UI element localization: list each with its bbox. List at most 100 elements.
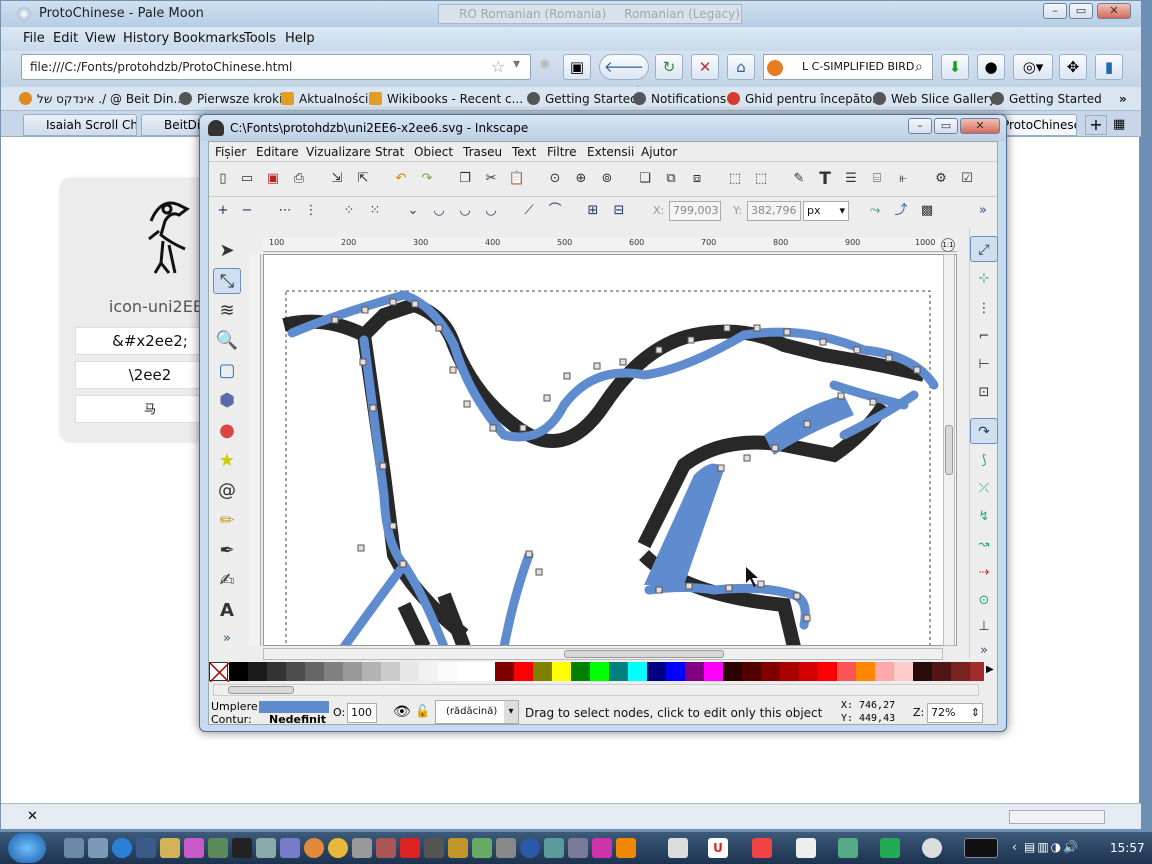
new-tab-button[interactable]: + [1085,115,1107,135]
ink-menu-text[interactable]: Text [512,145,536,159]
star-tool-icon[interactable]: ★ [213,448,241,474]
swatch[interactable] [495,662,514,681]
snap-toggle-icon[interactable]: ⤢ [970,236,998,262]
snap-page-icon[interactable]: ⊥ [970,614,998,640]
snap-bbox-mid-icon[interactable]: ⊢ [970,352,998,378]
swatch[interactable] [628,662,647,681]
cut-icon[interactable]: ✂ [481,170,501,188]
node-symmetric-icon[interactable]: ◡ [455,202,475,220]
search-input[interactable]: L C-SIMPLIFIED BIRD [763,54,933,80]
zoom-input[interactable]: 72% ⇕ [927,703,983,723]
swatch[interactable] [362,662,381,681]
swatch[interactable] [666,662,685,681]
taskbar-app-icon[interactable] [352,838,372,858]
tray-icons[interactable]: ▤▥◑🔊 [1024,840,1080,854]
keyboard-layout[interactable]: Romanian (Legacy) [624,7,740,21]
swatch[interactable] [457,662,476,681]
bookmark-getting-started-2[interactable]: Getting Started [991,92,1102,106]
menu-help[interactable]: Help [285,31,315,46]
snap-nodes-icon[interactable]: ↷ [970,418,998,444]
canvas-h-scrollbar[interactable] [263,648,943,660]
ink-menu-ajutor[interactable]: Ajutor [641,145,677,159]
swatch[interactable] [818,662,837,681]
taskbar-app-icon[interactable] [838,838,858,858]
swatch[interactable] [932,662,951,681]
snap-smooth-icon[interactable]: ↝ [970,532,998,558]
zoom-1-1-icon[interactable]: 1:1 [941,238,955,252]
snap-paths-icon[interactable]: ⟆ [970,448,998,474]
snap-bbox-edge-icon[interactable]: ⋮ [970,296,998,322]
open-icon[interactable]: ▭ [237,170,257,188]
export-icon[interactable]: ⇱ [353,170,373,188]
stroke-to-path-icon[interactable]: ⊟ [609,202,629,220]
ellipse-tool-icon[interactable]: ● [213,418,241,444]
delete-node-icon[interactable]: − [237,202,257,220]
ink-menu-obiect[interactable]: Obiect [414,145,453,159]
tab-list-icon[interactable]: ▦ [1113,117,1125,132]
menu-history[interactable]: History [123,31,169,46]
segment-line-icon[interactable]: ⟋ [519,202,539,220]
swatch[interactable] [685,662,704,681]
delete-segment-icon[interactable]: ⁙ [365,202,385,220]
taskbar-app-icon[interactable] [752,838,772,858]
search-icon[interactable]: ⌕ [915,59,923,75]
back-forward-button[interactable]: 🡐 🡒 [599,54,649,100]
snap-overflow-icon[interactable]: » [970,638,998,664]
taskbar-app-icon[interactable] [88,838,108,858]
inkscape-taskbar-icon[interactable] [964,838,998,858]
fill-stroke-icon[interactable]: ✎ [789,170,809,188]
language-option-ro[interactable]: RO Romanian (Romania) [459,7,606,21]
swatch[interactable] [343,662,362,681]
taskbar-app-icon[interactable] [668,838,688,858]
swatch[interactable] [590,662,609,681]
menu-bookmarks[interactable]: Bookmarks [173,31,246,46]
download-icon[interactable]: ⬇ [941,54,969,80]
palemoon-icon[interactable]: ● [977,54,1005,80]
show-clip-icon[interactable]: ▩ [917,202,937,220]
taskbar-app-icon[interactable] [424,838,444,858]
layer-visibility-icon[interactable]: 👁 [393,704,411,720]
xml-editor-icon[interactable]: ⌸ [867,170,887,188]
text-font-icon[interactable]: T [815,170,835,188]
horizontal-ruler[interactable]: 100 200 300 400 500 600 700 800 900 1000 [263,238,957,252]
swatch[interactable] [742,662,761,681]
opacity-input[interactable]: 100 [347,703,377,723]
unit-select[interactable]: px ▾ [803,201,849,221]
bookmark-wikibooks[interactable]: Wikibooks - Recent c... [369,92,523,106]
swatch[interactable] [875,662,894,681]
zoom-selection-icon[interactable]: ⊙ [545,170,565,188]
unlink-clone-icon[interactable]: ⧈ [687,170,707,188]
swatch[interactable] [951,662,970,681]
taskbar-app-icon[interactable] [520,838,540,858]
print-icon[interactable]: ⎙ [289,170,309,188]
tab-isaiah[interactable]: Isaiah Scroll Ch... [23,114,137,136]
ink-minimize-button[interactable]: – [908,118,932,134]
palette-scroll-thumb[interactable] [228,686,294,694]
show-handles-icon[interactable]: ⤳ [865,202,885,220]
ink-menu-traseu[interactable]: Traseu [463,145,502,159]
taskbar-app-icon[interactable]: U [708,838,728,858]
minimize-button[interactable]: – [1043,3,1067,19]
taskbar-app-icon[interactable] [256,838,276,858]
ink-menu-strat[interactable]: Strat [375,145,404,159]
bookmarks-overflow-icon[interactable]: » [1119,92,1127,106]
taskbar-app-icon[interactable] [796,838,816,858]
v-scroll-thumb[interactable] [945,425,953,475]
language-bar[interactable]: RO Romanian (Romania) Romanian (Legacy) [438,4,742,24]
snap-bbox-center-icon[interactable]: ⊡ [970,380,998,406]
tab-groups-button[interactable]: ▣ [563,54,591,80]
join-nodes-icon[interactable]: ⋯ [275,202,295,220]
menu-view[interactable]: View [85,31,116,46]
duckduckgo-icon[interactable] [767,60,783,76]
chrome-icon[interactable] [328,838,348,858]
pencil-tool-icon[interactable]: ✏ [213,508,241,534]
swatch[interactable] [723,662,742,681]
text-tool-icon[interactable]: A [213,598,241,624]
snap-cusp-icon[interactable]: ↯ [970,504,998,530]
snap-bbox-icon[interactable]: ⊹ [970,266,998,292]
join-segment-icon[interactable]: ⁘ [339,202,359,220]
tab-protochinese[interactable]: ProtoChinese ✕ [995,114,1077,136]
glyph-drawing[interactable] [264,255,957,646]
ink-menu-vizualizare[interactable]: Vizualizare [306,145,371,159]
zoom-drawing-icon[interactable]: ⊕ [571,170,591,188]
